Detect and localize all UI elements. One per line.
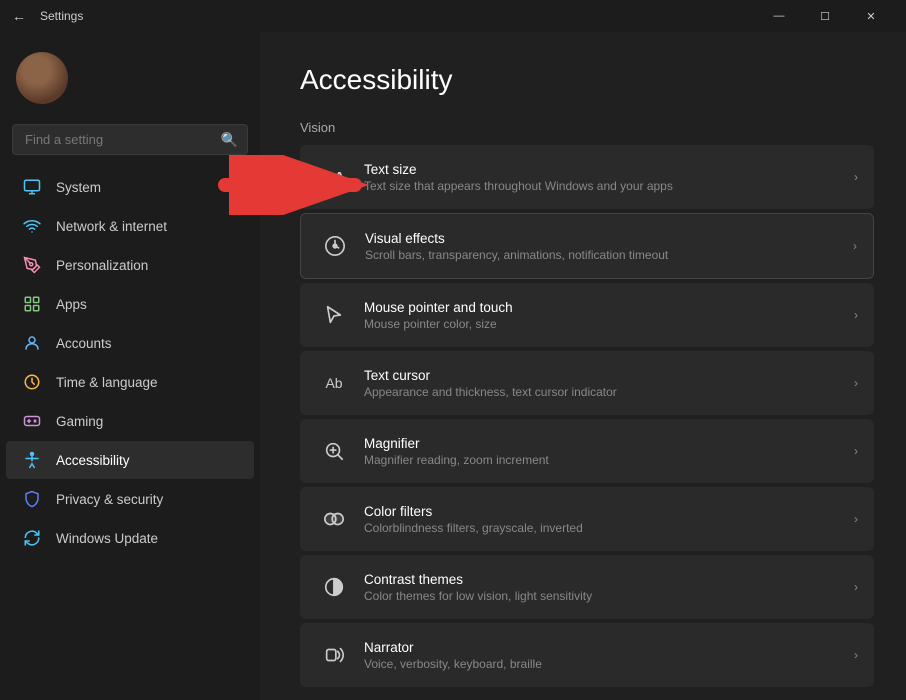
text-size-chevron: ›	[854, 170, 858, 184]
sidebar-item-network[interactable]: Network & internet	[6, 207, 254, 245]
sidebar-item-accessibility-label: Accessibility	[56, 453, 130, 468]
sidebar-item-update[interactable]: Windows Update	[6, 519, 254, 557]
narrator-chevron: ›	[854, 648, 858, 662]
visual-effects-desc: Scroll bars, transparency, animations, n…	[365, 248, 845, 262]
monitor-icon	[22, 177, 42, 197]
text-cursor-icon: Ab	[316, 365, 352, 401]
text-size-desc: Text size that appears throughout Window…	[364, 179, 846, 193]
minimize-button[interactable]: —	[756, 0, 802, 32]
sidebar-item-personalization[interactable]: Personalization	[6, 246, 254, 284]
title-bar: ← Settings — ☐ ✕	[0, 0, 906, 32]
magnifier-title: Magnifier	[364, 436, 846, 451]
magnifier-item[interactable]: Magnifier Magnifier reading, zoom increm…	[300, 419, 874, 483]
search-icon: 🔍	[221, 131, 238, 148]
sidebar-item-apps-label: Apps	[56, 297, 87, 312]
sidebar-item-gaming-label: Gaming	[56, 414, 103, 429]
close-button[interactable]: ✕	[848, 0, 894, 32]
sidebar-item-system[interactable]: System	[6, 168, 254, 206]
sidebar-item-time[interactable]: Time & language	[6, 363, 254, 401]
search-box: 🔍	[12, 124, 248, 155]
sidebar-item-gaming[interactable]: Gaming	[6, 402, 254, 440]
narrator-icon	[316, 637, 352, 673]
magnifier-chevron: ›	[854, 444, 858, 458]
color-filters-item[interactable]: Color filters Colorblindness filters, gr…	[300, 487, 874, 551]
contrast-themes-icon	[316, 569, 352, 605]
visual-effects-item[interactable]: Visual effects Scroll bars, transparency…	[300, 213, 874, 279]
contrast-themes-item[interactable]: Contrast themes Color themes for low vis…	[300, 555, 874, 619]
color-filters-title: Color filters	[364, 504, 846, 519]
magnifier-text: Magnifier Magnifier reading, zoom increm…	[364, 436, 846, 467]
contrast-themes-desc: Color themes for low vision, light sensi…	[364, 589, 846, 603]
title-bar-controls: — ☐ ✕	[756, 0, 894, 32]
title-bar-left: ← Settings	[12, 8, 83, 24]
page-title: Accessibility	[300, 64, 874, 96]
search-input[interactable]	[12, 124, 248, 155]
text-size-title: Text size	[364, 162, 846, 177]
game-icon	[22, 411, 42, 431]
color-filters-icon	[316, 501, 352, 537]
color-filters-desc: Colorblindness filters, grayscale, inver…	[364, 521, 846, 535]
sidebar-item-accounts-label: Accounts	[56, 336, 112, 351]
sidebar-item-apps[interactable]: Apps	[6, 285, 254, 323]
magnifier-desc: Magnifier reading, zoom increment	[364, 453, 846, 467]
contrast-themes-chevron: ›	[854, 580, 858, 594]
text-cursor-desc: Appearance and thickness, text cursor in…	[364, 385, 846, 399]
narrator-desc: Voice, verbosity, keyboard, braille	[364, 657, 846, 671]
visual-effects-icon	[317, 228, 353, 264]
narrator-item[interactable]: Narrator Voice, verbosity, keyboard, bra…	[300, 623, 874, 687]
visual-effects-title: Visual effects	[365, 231, 845, 246]
text-size-item[interactable]: AA Text size Text size that appears thro…	[300, 145, 874, 209]
wifi-icon	[22, 216, 42, 236]
visual-effects-chevron: ›	[853, 239, 857, 253]
narrator-text: Narrator Voice, verbosity, keyboard, bra…	[364, 640, 846, 671]
contrast-themes-text: Contrast themes Color themes for low vis…	[364, 572, 846, 603]
text-cursor-text: Text cursor Appearance and thickness, te…	[364, 368, 846, 399]
app-container: 🔍 System Network & internet Personali	[0, 32, 906, 700]
mouse-pointer-desc: Mouse pointer color, size	[364, 317, 846, 331]
text-cursor-item[interactable]: Ab Text cursor Appearance and thickness,…	[300, 351, 874, 415]
sidebar-item-accounts[interactable]: Accounts	[6, 324, 254, 362]
sidebar-item-update-label: Windows Update	[56, 531, 158, 546]
brush-icon	[22, 255, 42, 275]
avatar	[16, 52, 68, 104]
sidebar: 🔍 System Network & internet Personali	[0, 32, 260, 700]
apps-icon	[22, 294, 42, 314]
text-cursor-title: Text cursor	[364, 368, 846, 383]
main-content: Accessibility Vision AA Text size Text s…	[260, 32, 906, 700]
user-profile	[0, 32, 260, 116]
back-icon[interactable]: ←	[12, 8, 26, 24]
vision-settings-list: AA Text size Text size that appears thro…	[300, 145, 874, 687]
text-size-text: Text size Text size that appears through…	[364, 162, 846, 193]
accessibility-icon	[22, 450, 42, 470]
section-vision-label: Vision	[300, 120, 874, 135]
contrast-themes-title: Contrast themes	[364, 572, 846, 587]
text-size-icon: AA	[316, 159, 352, 195]
mouse-pointer-item[interactable]: Mouse pointer and touch Mouse pointer co…	[300, 283, 874, 347]
update-icon	[22, 528, 42, 548]
visual-effects-text: Visual effects Scroll bars, transparency…	[365, 231, 845, 262]
magnifier-icon	[316, 433, 352, 469]
sidebar-item-privacy-label: Privacy & security	[56, 492, 163, 507]
sidebar-item-time-label: Time & language	[56, 375, 158, 390]
sidebar-item-network-label: Network & internet	[56, 219, 167, 234]
mouse-pointer-chevron: ›	[854, 308, 858, 322]
sidebar-item-privacy[interactable]: Privacy & security	[6, 480, 254, 518]
clock-icon	[22, 372, 42, 392]
text-cursor-chevron: ›	[854, 376, 858, 390]
color-filters-chevron: ›	[854, 512, 858, 526]
mouse-pointer-text: Mouse pointer and touch Mouse pointer co…	[364, 300, 846, 331]
person-icon	[22, 333, 42, 353]
mouse-pointer-icon	[316, 297, 352, 333]
shield-icon	[22, 489, 42, 509]
window-title: Settings	[40, 9, 83, 23]
mouse-pointer-title: Mouse pointer and touch	[364, 300, 846, 315]
section-vision: Vision AA Text size Text size that appea…	[300, 120, 874, 687]
sidebar-item-personalization-label: Personalization	[56, 258, 148, 273]
sidebar-nav: System Network & internet Personalizatio…	[0, 167, 260, 558]
sidebar-item-system-label: System	[56, 180, 101, 195]
color-filters-text: Color filters Colorblindness filters, gr…	[364, 504, 846, 535]
maximize-button[interactable]: ☐	[802, 0, 848, 32]
sidebar-item-accessibility[interactable]: Accessibility	[6, 441, 254, 479]
narrator-title: Narrator	[364, 640, 846, 655]
